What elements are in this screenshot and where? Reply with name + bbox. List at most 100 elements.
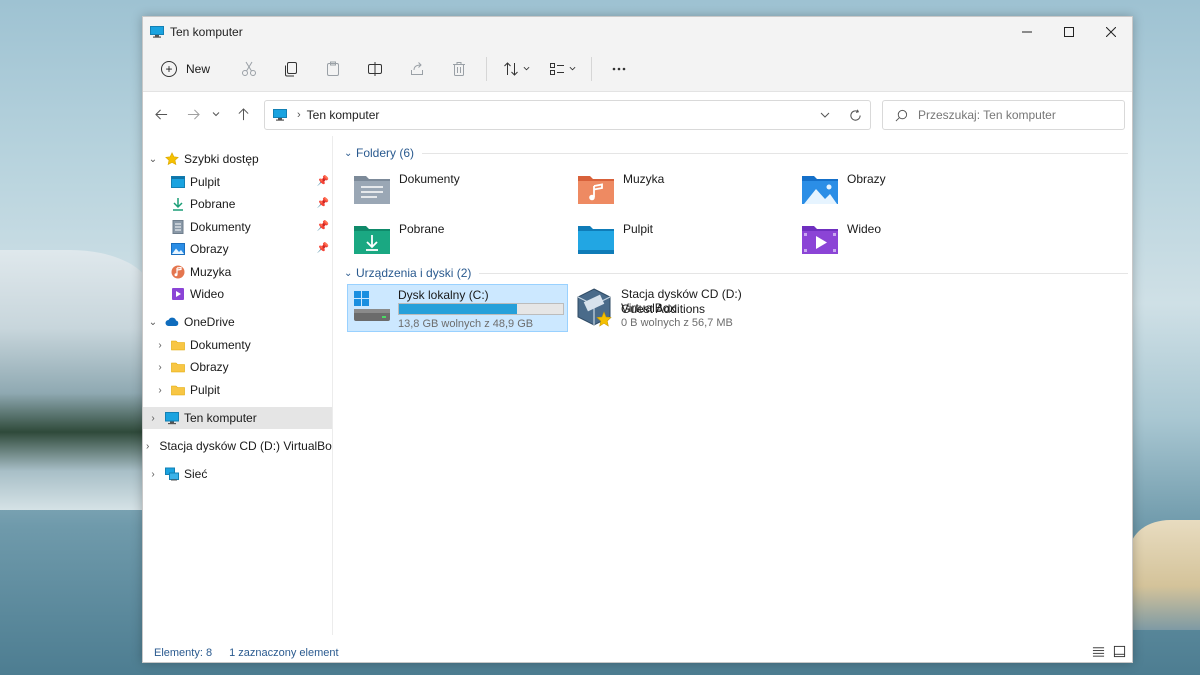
folder-tile-label: Wideo [847,222,882,236]
share-button[interactable] [396,53,438,85]
search-input[interactable] [916,107,1120,123]
desktop-folder-icon [578,226,614,254]
sidebar-item-onedrive-obrazy[interactable]: › Obrazy [143,356,332,378]
minimize-button[interactable] [1006,17,1048,46]
plus-circle-icon: + [161,60,177,77]
toolbar-separator [591,56,593,81]
chevron-right-icon[interactable]: › [153,362,167,373]
drive-free-space: 13,8 GB wolnych z 48,9 GB [398,318,534,330]
folder-tile-label: Pulpit [623,222,654,236]
paste-button[interactable] [312,53,354,85]
chevron-down-icon [820,112,830,118]
view-button[interactable] [539,61,585,77]
sidebar-item-quick-access[interactable]: ⌄ Szybki dostęp [143,148,332,170]
refresh-button[interactable] [840,109,870,122]
copy-button[interactable] [270,53,312,85]
file-explorer-window: Ten komputer + New › Ten komputer Przesz… [142,16,1133,663]
sidebar-item-onedrive-pulpit[interactable]: › Pulpit [143,379,332,401]
title-bar[interactable]: Ten komputer [143,17,1132,46]
folder-tile-pobrane[interactable]: Pobrane [342,216,562,262]
search-box[interactable] [882,100,1125,130]
up-button[interactable] [229,100,257,128]
download-icon [173,198,183,211]
forward-button[interactable] [179,100,207,128]
videos-folder-icon [802,226,838,254]
pin-icon[interactable]: 📌 [317,176,329,187]
share-icon [411,61,424,75]
rename-button[interactable] [354,53,396,85]
chevron-right-icon[interactable]: › [146,441,149,452]
breadcrumb-item[interactable]: Ten komputer [307,108,380,122]
chevron-right-icon[interactable]: › [153,385,167,396]
group-header-devices[interactable]: ⌄ Urządzenia i dyski (2) [342,264,1128,282]
group-header-label: Foldery (6) [356,146,415,160]
sidebar-item-label: Pulpit [190,175,221,189]
new-button[interactable]: + New [161,60,211,77]
folder-tile-label: Muzyka [623,172,665,186]
address-bar[interactable]: › Ten komputer [264,100,871,130]
group-divider [479,272,1128,274]
pictures-icon [171,243,185,255]
group-header-folders[interactable]: ⌄ Foldery (6) [342,144,1128,162]
copy-icon [285,61,298,76]
folder-icon [171,385,185,396]
folder-tile-obrazy[interactable]: Obrazy [790,166,1010,212]
address-dropdown-button[interactable] [810,110,840,120]
view-list-icon [549,62,564,75]
status-item-count: Elementy: 8 [154,647,213,659]
sidebar-item-label: Wideo [190,287,225,301]
folder-tile-dokumenty[interactable]: Dokumenty [342,166,562,212]
sidebar-item-network[interactable]: › Sieć [143,463,332,485]
drive-usage-bar [398,303,564,315]
sidebar-item-label: Obrazy [190,242,229,256]
folder-tile-pulpit[interactable]: Pulpit [566,216,786,262]
sidebar-item-this-pc[interactable]: › Ten komputer [143,407,332,429]
cloud-icon [165,317,179,326]
windows-drive-icon [354,291,390,321]
chevron-right-icon[interactable]: › [146,469,160,480]
folder-tile-muzyka[interactable]: Muzyka [566,166,786,212]
downloads-folder-icon [354,226,390,254]
sidebar-item-dokumenty[interactable]: Dokumenty 📌 [143,216,332,238]
sidebar-item-onedrive[interactable]: ⌄ OneDrive [143,311,332,333]
more-options-button[interactable] [598,53,640,85]
sidebar-item-wideo[interactable]: Wideo [143,283,332,305]
sidebar-item-cd-drive[interactable]: › Stacja dysków CD (D:) VirtualBox [143,435,332,457]
status-selection: 1 zaznaczony element [229,647,339,659]
drive-tile-d[interactable]: Stacja dysków CD (D:) VirtualBox Guest A… [571,284,792,332]
desktop-icon [171,176,185,188]
drive-free-space: 0 B wolnych z 56,7 MB [621,317,733,329]
delete-button[interactable] [438,53,480,85]
maximize-icon [1064,26,1074,37]
drive-tile-c[interactable]: Dysk lokalny (C:) 13,8 GB wolnych z 48,9… [347,284,568,332]
search-icon [895,109,908,121]
tiles-view-icon[interactable] [1113,645,1126,658]
sidebar-item-pulpit[interactable]: Pulpit 📌 [143,171,332,193]
back-button[interactable] [147,100,175,128]
network-icon [165,467,179,481]
toolbar-separator [486,56,488,81]
sort-button[interactable] [493,61,539,77]
video-icon [172,288,184,300]
pin-icon[interactable]: 📌 [317,198,329,209]
chevron-right-icon[interactable]: › [146,413,160,424]
sidebar-item-pobrane[interactable]: Pobrane 📌 [143,193,332,215]
details-view-icon[interactable] [1092,645,1105,658]
chevron-right-icon[interactable]: › [153,340,167,351]
pin-icon[interactable]: 📌 [317,243,329,254]
sidebar-item-obrazy[interactable]: Obrazy 📌 [143,238,332,260]
new-button-label: New [186,61,211,76]
pin-icon[interactable]: 📌 [317,221,329,232]
cut-button[interactable] [228,53,270,85]
wallpaper-grass [1130,520,1200,630]
command-bar: + New [143,46,1132,92]
close-button[interactable] [1090,17,1132,46]
drive-usage-fill [399,304,517,314]
folder-tile-wideo[interactable]: Wideo [790,216,1010,262]
recent-locations-button[interactable] [207,100,225,128]
star-icon [165,152,179,166]
sidebar-item-onedrive-dokumenty[interactable]: › Dokumenty [143,334,332,356]
computer-icon [150,25,164,38]
sidebar-item-muzyka[interactable]: Muzyka [143,261,332,283]
maximize-button[interactable] [1048,17,1090,46]
